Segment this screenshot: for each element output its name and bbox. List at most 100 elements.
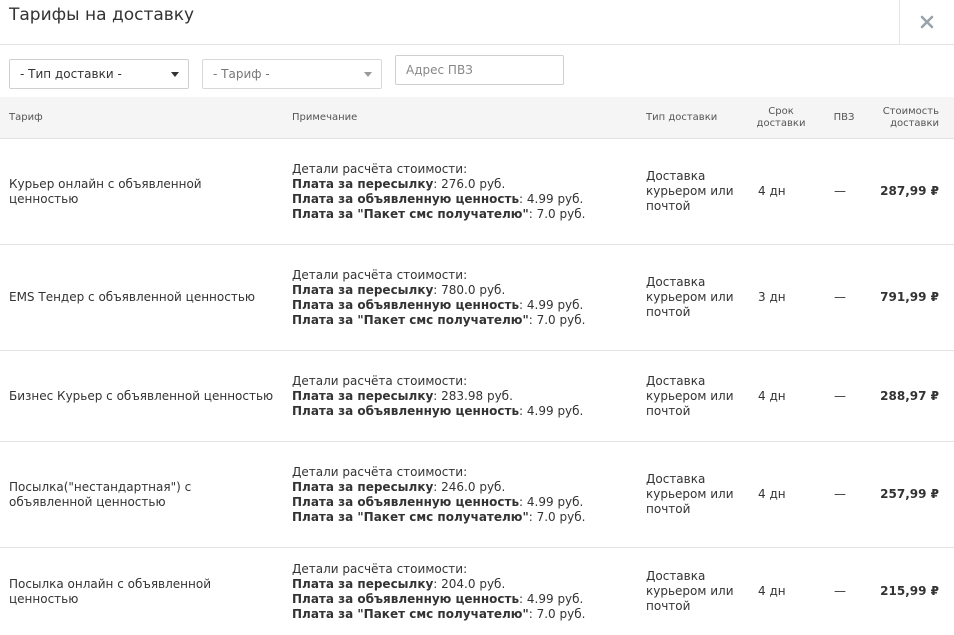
- close-icon: [920, 15, 934, 29]
- delivery-term: 4 дн: [758, 487, 786, 501]
- price-detail-value: : 7.0 руб.: [528, 312, 586, 327]
- price-detail-label: Плата за "Пакет смс получателю": [292, 312, 529, 327]
- delivery-tariffs-modal: Тарифы на доставку - Тип доставки - - Та…: [0, 0, 954, 635]
- delivery-price: 287,99 ₽: [880, 184, 939, 198]
- price-details-title: Детали расчёта стоимости:: [292, 161, 468, 176]
- caret-down-icon: [171, 72, 179, 77]
- price-detail-label: Плата за объявленную ценность: [292, 591, 520, 606]
- pvz-address-input[interactable]: [395, 55, 564, 85]
- tariff-select[interactable]: - Тариф -: [202, 59, 382, 89]
- price-details-title: Детали расчёта стоимости:: [292, 267, 468, 282]
- tariff-select-value: - Тариф -: [213, 67, 270, 81]
- price-detail-value: : 283.98 руб.: [433, 388, 513, 403]
- delivery-type-select-value: - Тип доставки -: [20, 67, 122, 81]
- pvz-value: —: [834, 184, 846, 198]
- column-header-tariff: Тариф: [9, 112, 43, 123]
- price-detail-value: : 4.99 руб.: [519, 494, 584, 509]
- price-detail-value: : 7.0 руб.: [528, 509, 586, 524]
- table-row[interactable]: Посылка онлайн с объявленной ценностью Де…: [0, 548, 954, 635]
- price-details-title: Детали расчёта стоимости:: [292, 464, 468, 479]
- close-button[interactable]: [899, 0, 954, 44]
- price-detail-line: Плата за "Пакет смс получателю": 7.0 руб…: [292, 207, 585, 222]
- price-detail-label: Плата за пересылку: [292, 576, 434, 591]
- delivery-price: 288,97 ₽: [880, 388, 939, 403]
- price-detail-label: Плата за объявленную ценность: [292, 403, 520, 418]
- price-details-title: Детали расчёта стоимости:: [292, 373, 468, 388]
- tariffs-table: Тариф Примечание Тип доставки Срок доста…: [0, 97, 954, 635]
- pvz-value: —: [834, 487, 846, 501]
- table-row[interactable]: Бизнес Курьер с объявленной ценностью Дет…: [0, 351, 954, 442]
- table-body: Курьер онлайн с объявленной ценностью Дет…: [0, 139, 954, 635]
- price-detail-label: Плата за "Пакет смс получателю": [292, 606, 529, 621]
- delivery-price: 791,99 ₽: [880, 290, 939, 304]
- price-detail-line: Плата за объявленную ценность: 4.99 руб.: [292, 592, 585, 607]
- pvz-value: —: [834, 290, 846, 304]
- delivery-type: Доставка курьером или почтой: [646, 373, 734, 418]
- price-detail-label: Плата за пересылку: [292, 388, 434, 403]
- delivery-term: 4 дн: [758, 388, 786, 403]
- price-detail-line: Плата за объявленную ценность: 4.99 руб.: [292, 298, 585, 313]
- delivery-type: Доставка курьером или почтой: [646, 569, 734, 613]
- price-details: Детали расчёта стоимости: Плата за пересы…: [292, 245, 632, 350]
- table-header: Тариф Примечание Тип доставки Срок доста…: [0, 97, 954, 139]
- tariff-name: Бизнес Курьер с объявленной ценностью: [9, 388, 274, 403]
- price-details: Детали расчёта стоимости: Плата за пересы…: [292, 548, 632, 635]
- price-detail-label: Плата за объявленную ценность: [292, 494, 520, 509]
- price-detail-value: : 204.0 руб.: [433, 576, 506, 591]
- delivery-type-select[interactable]: - Тип доставки -: [9, 59, 189, 89]
- price-detail-value: : 4.99 руб.: [519, 297, 584, 312]
- modal-header: Тарифы на доставку: [0, 0, 954, 45]
- price-detail-value: : 4.99 руб.: [519, 403, 584, 418]
- delivery-term: 3 дн: [758, 290, 786, 304]
- delivery-type: Доставка курьером или почтой: [646, 275, 734, 319]
- price-detail-label: Плата за пересылку: [292, 176, 434, 191]
- price-detail-line: Плата за "Пакет смс получателю": 7.0 руб…: [292, 607, 585, 622]
- column-header-pvz: ПВЗ: [833, 112, 855, 123]
- price-details: Детали расчёта стоимости: Плата за пересы…: [292, 351, 632, 441]
- price-detail-label: Плата за пересылку: [292, 479, 434, 494]
- tariff-name: Посылка онлайн с объявленной ценностью: [9, 576, 212, 606]
- price-detail-line: Плата за объявленную ценность: 4.99 руб.: [292, 192, 585, 207]
- column-header-delivery-type: Тип доставки: [646, 112, 718, 123]
- delivery-price: 215,99 ₽: [880, 584, 939, 598]
- price-detail-label: Плата за "Пакет смс получателю": [292, 206, 529, 221]
- price-detail-label: Плата за объявленную ценность: [292, 297, 520, 312]
- price-detail-value: : 4.99 руб.: [519, 591, 584, 606]
- delivery-term: 4 дн: [758, 584, 786, 598]
- price-detail-value: : 276.0 руб.: [433, 176, 506, 191]
- tariff-name: Курьер онлайн с объявленной ценностью: [9, 176, 202, 206]
- pvz-value: —: [834, 584, 846, 598]
- price-detail-value: : 7.0 руб.: [528, 206, 586, 221]
- price-detail-label: Плата за пересылку: [292, 282, 434, 297]
- pvz-value: —: [834, 388, 846, 403]
- table-row[interactable]: Посылка("нестандартная") с объявленной ц…: [0, 442, 954, 548]
- price-detail-line: Плата за пересылку: 283.98 руб.: [292, 389, 583, 404]
- delivery-type: Доставка курьером или почтой: [646, 169, 734, 213]
- price-details: Детали расчёта стоимости: Плата за пересы…: [292, 442, 632, 547]
- tariff-name: Посылка("нестандартная") с объявленной ц…: [9, 479, 192, 509]
- filters-bar: - Тип доставки - - Тариф -: [0, 45, 954, 97]
- column-header-term: Срок доставки: [756, 106, 806, 129]
- caret-down-icon: [364, 72, 372, 77]
- price-detail-label: Плата за "Пакет смс получателю": [292, 509, 529, 524]
- modal-title: Тарифы на доставку: [9, 5, 195, 25]
- delivery-term: 4 дн: [758, 184, 786, 198]
- column-header-note: Примечание: [292, 112, 358, 123]
- price-detail-line: Плата за "Пакет смс получателю": 7.0 руб…: [292, 510, 585, 525]
- price-detail-line: Плата за пересылку: 276.0 руб.: [292, 177, 585, 192]
- table-row[interactable]: Курьер онлайн с объявленной ценностью Дет…: [0, 139, 954, 245]
- price-detail-line: Плата за объявленную ценность: 4.99 руб.: [292, 404, 583, 419]
- price-detail-line: Плата за "Пакет смс получателю": 7.0 руб…: [292, 313, 585, 328]
- delivery-type: Доставка курьером или почтой: [646, 472, 734, 516]
- table-row[interactable]: EMS Тендер с объявленной ценностью Детали…: [0, 245, 954, 351]
- column-header-price: Стоимость доставки: [882, 106, 939, 129]
- price-details-title: Детали расчёта стоимости:: [292, 561, 468, 576]
- price-detail-line: Плата за пересылку: 246.0 руб.: [292, 480, 585, 495]
- price-detail-line: Плата за объявленную ценность: 4.99 руб.: [292, 495, 585, 510]
- price-detail-line: Плата за пересылку: 204.0 руб.: [292, 577, 585, 592]
- tariff-name: EMS Тендер с объявленной ценностью: [9, 290, 256, 304]
- price-detail-label: Плата за объявленную ценность: [292, 191, 520, 206]
- price-detail-line: Плата за пересылку: 780.0 руб.: [292, 283, 585, 298]
- price-detail-value: : 246.0 руб.: [433, 479, 506, 494]
- price-detail-value: : 780.0 руб.: [433, 282, 506, 297]
